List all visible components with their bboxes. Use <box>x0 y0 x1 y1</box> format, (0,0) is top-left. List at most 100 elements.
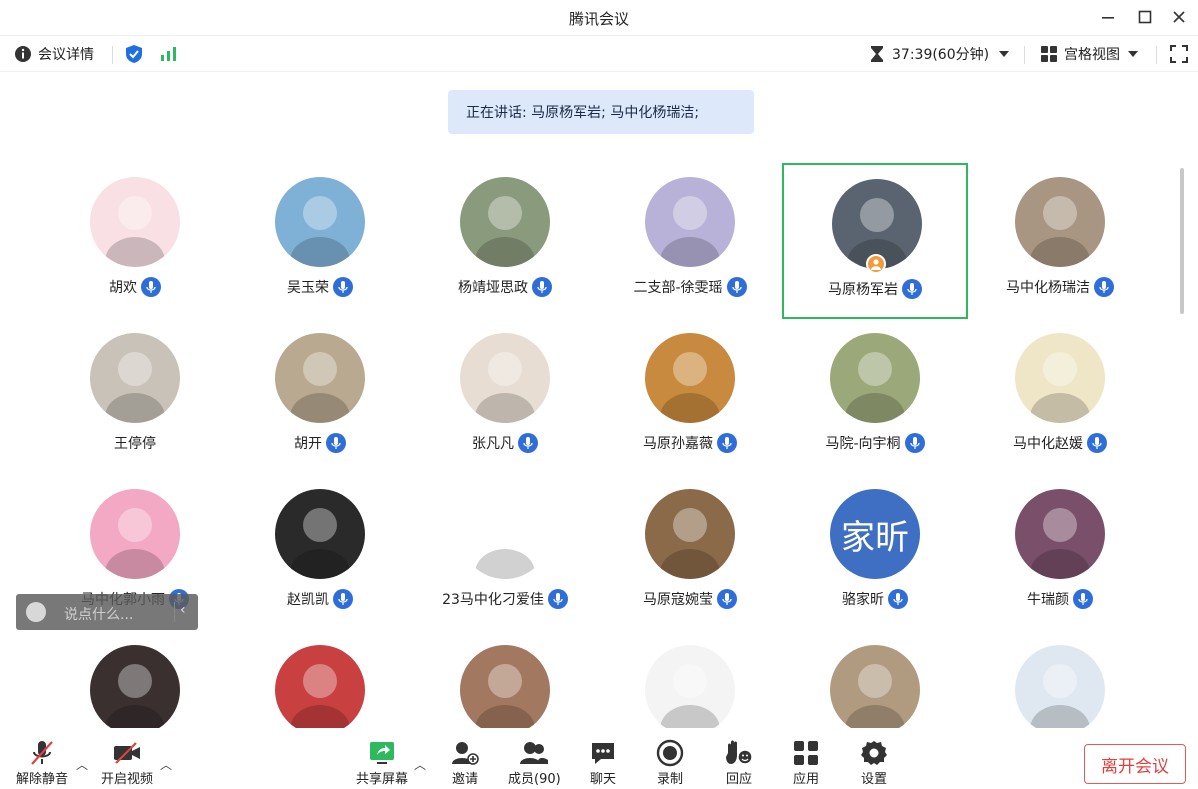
participant-tile[interactable]: 马中化杨瑞洁 <box>967 163 1153 319</box>
participant-tile[interactable] <box>227 631 413 728</box>
participant-tile[interactable] <box>42 631 228 728</box>
mic-icon <box>547 589 568 609</box>
mic-icon <box>717 433 737 453</box>
members-icon <box>520 742 549 764</box>
participant-tile[interactable]: 张凡凡 <box>412 319 598 475</box>
participant-tile[interactable]: 吴玉荣 <box>227 163 413 319</box>
participant-tile[interactable] <box>782 631 968 728</box>
invite-button[interactable]: 邀请 <box>451 738 479 787</box>
members-button[interactable]: 成员(90) <box>508 738 561 787</box>
participant-tile[interactable]: 马原孙嘉薇 <box>597 319 783 475</box>
chat-bubble-icon <box>592 743 614 764</box>
participant-name: 二支部-徐雯瑶 <box>633 280 723 296</box>
meeting-toolbar: 会议详情 37:39(60分钟) 宫格视图 <box>0 36 1198 72</box>
share-screen-button[interactable]: 共享屏幕 <box>356 738 408 787</box>
participant-name: 马原寇婉莹 <box>643 592 713 608</box>
avatar <box>645 177 735 267</box>
participant-name-row: 杨靖垭思政 <box>412 277 598 297</box>
chat-button[interactable]: 聊天 <box>589 738 617 787</box>
minimize-button[interactable] <box>1096 6 1120 28</box>
mic-icon <box>141 277 161 297</box>
leave-meeting-button[interactable]: 离开会议 <box>1084 744 1186 784</box>
window-title: 腾讯会议 <box>568 10 629 28</box>
participant-name: 张凡凡 <box>472 436 514 452</box>
participant-tile[interactable]: 二支部-徐雯瑶 <box>597 163 783 319</box>
participant-tile[interactable] <box>412 631 598 728</box>
participant-name-row: 马中化杨瑞洁 <box>967 277 1153 297</box>
mic-muted-icon <box>31 741 53 765</box>
divider <box>112 46 113 64</box>
participant-name-row: 王停停 <box>42 433 228 453</box>
close-icon <box>1173 11 1185 23</box>
mic-icon <box>326 433 346 453</box>
speaking-banner: 正在讲话: 马原杨军岩; 马中化杨瑞洁; <box>448 90 754 134</box>
unmute-button[interactable]: 解除静音 <box>16 738 68 787</box>
start-video-button[interactable]: 开启视频 <box>101 738 153 787</box>
share-screen-label: 共享屏幕 <box>356 772 409 787</box>
avatar <box>460 645 550 728</box>
host-badge-icon <box>866 254 886 274</box>
fullscreen-button[interactable] <box>1170 44 1188 64</box>
close-button[interactable] <box>1167 6 1191 28</box>
participant-tile[interactable]: 胡开 <box>227 319 413 475</box>
apps-button[interactable]: 应用 <box>792 738 820 787</box>
hourglass-icon <box>871 46 883 62</box>
mic-icon <box>1073 589 1093 609</box>
participant-tile[interactable]: 赵凯凯 <box>227 475 413 631</box>
grid-scrollbar[interactable] <box>1180 168 1184 314</box>
share-options-caret[interactable]: ︿ <box>414 756 426 773</box>
participant-tile[interactable]: 牛瑞颜 <box>967 475 1153 631</box>
participant-name-row: 张凡凡 <box>412 433 598 453</box>
participant-tile[interactable]: 王停停 <box>42 319 228 475</box>
meeting-details-button[interactable]: 会议详情 <box>14 44 94 64</box>
participant-tile[interactable] <box>967 631 1153 728</box>
floating-chat-input[interactable]: 说点什么... ‹ <box>16 594 198 630</box>
mic-icon <box>518 433 538 453</box>
avatar <box>1015 489 1105 579</box>
react-button[interactable]: 回应 <box>724 738 754 787</box>
participant-tile[interactable]: 胡欢 <box>42 163 228 319</box>
settings-label: 设置 <box>860 772 887 787</box>
video-options-caret[interactable]: ︿ <box>160 756 172 773</box>
avatar <box>90 333 180 423</box>
divider <box>1156 46 1157 64</box>
emoji-icon[interactable] <box>26 602 46 622</box>
participant-name: 牛瑞颜 <box>1027 592 1069 608</box>
maximize-button[interactable] <box>1133 6 1157 28</box>
participant-name: 赵凯凯 <box>287 592 329 608</box>
chevron-down-icon <box>999 51 1010 57</box>
participant-tile[interactable]: 23马中化刁爱佳 <box>412 475 598 631</box>
share-screen-icon <box>370 742 394 764</box>
avatar <box>645 645 735 728</box>
participant-tile[interactable]: 马院-向宇桐 <box>782 319 968 475</box>
chat-placeholder: 说点什么... <box>64 607 134 623</box>
participant-name-row: 骆家昕 <box>782 589 968 609</box>
mic-icon <box>1094 277 1114 297</box>
meeting-timer[interactable]: 37:39(60分钟) <box>870 44 1011 64</box>
apps-grid-icon <box>794 741 818 765</box>
settings-button[interactable]: 设置 <box>860 738 888 787</box>
participant-tile[interactable]: 马原寇婉莹 <box>597 475 783 631</box>
security-shield[interactable] <box>125 44 143 64</box>
participant-name: 马中化赵媛 <box>1013 436 1083 452</box>
participant-tile[interactable]: 家昕 骆家昕 <box>782 475 968 631</box>
title-bar: 腾讯会议 <box>0 0 1198 36</box>
participant-name-row: 二支部-徐雯瑶 <box>597 277 783 297</box>
collapse-arrow-icon[interactable]: ‹ <box>180 602 186 618</box>
mic-icon <box>532 277 552 297</box>
network-signal[interactable] <box>160 44 178 64</box>
audio-options-caret[interactable]: ︿ <box>76 756 88 773</box>
participant-tile[interactable]: 杨靖垭思政 <box>412 163 598 319</box>
participant-tile[interactable]: 马中化赵媛 <box>967 319 1153 475</box>
participant-name-row: 马原杨军岩 <box>784 279 966 299</box>
mic-icon <box>726 277 747 297</box>
avatar <box>645 333 735 423</box>
participant-tile[interactable]: 马原杨军岩 <box>782 163 968 319</box>
record-button[interactable]: 录制 <box>656 738 684 787</box>
participant-name: 吴玉荣 <box>287 280 329 296</box>
view-mode-dropdown[interactable]: 宫格视图 <box>1040 44 1140 64</box>
participant-name: 胡开 <box>294 436 322 452</box>
participant-tile[interactable] <box>597 631 783 728</box>
participant-name-row: 牛瑞颜 <box>967 589 1153 609</box>
participant-name-row: 胡开 <box>227 433 413 453</box>
